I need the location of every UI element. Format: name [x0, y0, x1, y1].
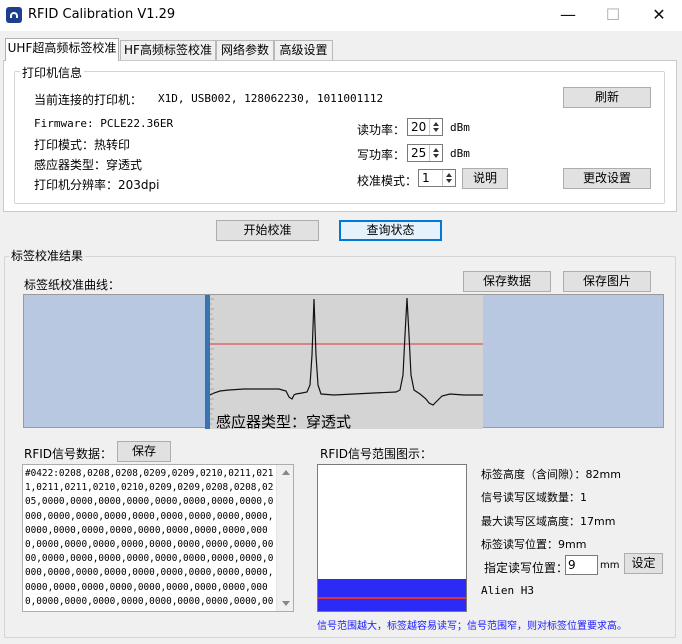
calibration-mode-spinner[interactable]: 1 [418, 169, 456, 187]
calibration-mode-label: 校准模式： [357, 174, 418, 188]
query-status-button[interactable]: 查询状态 [339, 220, 442, 241]
curve-plot-area [207, 295, 483, 429]
write-power-value: 25 [411, 146, 427, 160]
write-power-label: 写功率： [357, 148, 406, 162]
calibration-curve-chart: 感应器类型：穿透式 [23, 294, 664, 431]
rfid-range-diagram [317, 464, 467, 612]
print-mode-text: 打印模式：热转印 [34, 138, 131, 152]
save-image-button[interactable]: 保存图片 [563, 271, 651, 292]
rfid-range-diagram-label: RFID信号范围图示： [320, 447, 433, 461]
sensor-type-text: 感应器类型：穿透式 [34, 158, 143, 172]
change-settings-button[interactable]: 更改设置 [563, 168, 651, 189]
calibration-curve-svg [205, 295, 483, 429]
specify-position-unit: mm [600, 560, 620, 571]
firmware-text: Firmware: PCLE22.36ER [34, 117, 174, 130]
tab-hf-calibration[interactable]: HF高频标签校准 [120, 40, 216, 60]
save-data-button[interactable]: 保存数据 [463, 271, 551, 292]
save-rfid-data-button[interactable]: 保存 [117, 441, 171, 462]
specify-position-value: 9 [568, 558, 576, 572]
calibration-curve-label: 标签纸校准曲线： [24, 278, 121, 292]
read-power-label: 读功率： [357, 123, 406, 137]
minimize-button[interactable]: — [545, 0, 591, 31]
tab-advanced[interactable]: 高级设置 [274, 40, 333, 60]
resolution-text: 打印机分辨率：203dpi [34, 178, 160, 192]
tab-network[interactable]: 网络参数 [216, 40, 274, 60]
scroll-up-icon[interactable] [282, 470, 290, 475]
explain-button[interactable]: 说明 [462, 168, 508, 189]
calibration-mode-value: 1 [422, 171, 430, 185]
region-count-text: 信号读写区域数量：1 [481, 491, 587, 504]
title-bar: RFID Calibration V1.29 — ☐ ✕ [0, 0, 682, 31]
rw-position-text: 标签读写位置：9mm [481, 538, 587, 551]
curve-y-ruler [205, 295, 210, 429]
window-title: RFID Calibration V1.29 [28, 7, 176, 22]
close-button[interactable]: ✕ [636, 0, 682, 31]
tab-uhf-calibration[interactable]: UHF超高频标签校准 [5, 38, 119, 61]
connected-printer-label: 当前连接的打印机： [34, 93, 143, 107]
specify-position-label: 指定读写位置： [484, 561, 569, 575]
specify-position-input[interactable]: 9 [565, 555, 598, 575]
spinner-arrows-icon[interactable] [429, 145, 442, 161]
write-power-unit: dBm [450, 147, 470, 160]
spinner-arrows-icon[interactable] [442, 170, 455, 186]
rfid-signal-data-text: #0422:0208,0208,0208,0209,0209,0210,0211… [25, 468, 274, 611]
read-power-spinner[interactable]: 20 [407, 118, 443, 136]
rfid-signal-data-textarea[interactable]: #0422:0208,0208,0208,0209,0209,0210,0211… [22, 464, 294, 612]
chart-overlay-text: 感应器类型：穿透式 [216, 413, 352, 431]
spinner-arrows-icon[interactable] [429, 119, 442, 135]
set-position-button[interactable]: 设定 [624, 553, 663, 574]
rfid-app-icon [6, 7, 22, 23]
calibration-result-title: 标签校准结果 [9, 247, 86, 264]
read-power-unit: dBm [450, 121, 470, 134]
refresh-button[interactable]: 刷新 [563, 87, 651, 108]
write-power-spinner[interactable]: 25 [407, 144, 443, 162]
rfid-signal-data-label: RFID信号数据： [24, 447, 113, 461]
read-power-value: 20 [411, 120, 427, 134]
rfid-data-scrollbar[interactable] [276, 465, 293, 611]
connected-printer-value: X1D, USB002, 128062230, 1011001112 [158, 92, 384, 105]
maximize-button[interactable]: ☐ [590, 0, 636, 31]
rw-region-band [318, 579, 466, 611]
scroll-down-icon[interactable] [282, 601, 290, 606]
printer-info-title: 打印机信息 [20, 64, 85, 81]
tag-model-text: Alien H3 [481, 584, 534, 597]
start-calibration-button[interactable]: 开始校准 [216, 220, 319, 241]
tag-height-text: 标签高度（含间隙）：82mm [481, 468, 621, 481]
signal-range-hint: 信号范围越大，标签越容易读写；信号范围窄，则对标签位置要求高。 [317, 621, 627, 632]
rw-position-line [318, 597, 466, 599]
max-region-height-text: 最大读写区域高度：17mm [481, 515, 616, 528]
